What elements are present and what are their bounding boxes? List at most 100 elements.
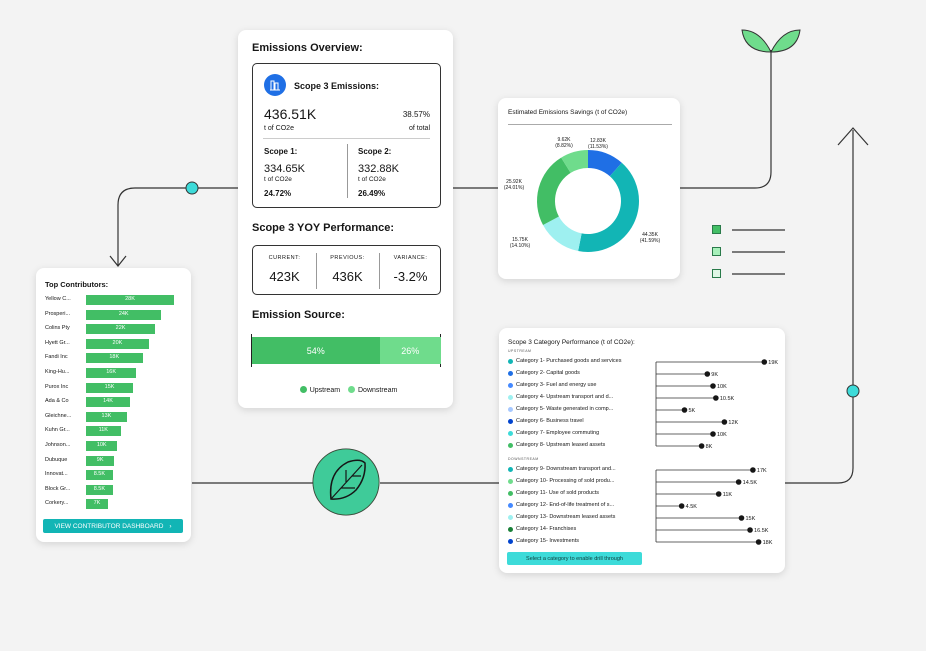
contributor-row[interactable]: Ada & Co 14K: [45, 397, 190, 408]
contributor-value: 15K: [104, 383, 115, 390]
lollipop-point[interactable]: [678, 503, 685, 509]
contributor-bar[interactable]: 15K: [86, 382, 134, 393]
chevron-right-icon: ›: [169, 522, 172, 530]
contributor-name: Corkery...: [45, 500, 69, 507]
view-contributor-dashboard-button[interactable]: VIEW CONTRIBUTOR DASHBOARD ›: [43, 519, 183, 533]
contributor-row[interactable]: Hyett Gr... 20K: [45, 338, 190, 350]
lollipop-value-label: 14.5K: [743, 480, 758, 486]
scope1-title: Scope 1:: [264, 147, 298, 156]
yoy-variance: VARIANCE: -3.2%: [379, 255, 442, 284]
emission-source-title: Emission Source:: [252, 309, 345, 321]
contributor-row[interactable]: Purox Inc 15K: [45, 382, 190, 394]
contributor-row[interactable]: Block Gr... 8.5K: [45, 484, 190, 496]
upstream-legend-label: Upstream: [309, 387, 341, 394]
lollipop-value-label: 10K: [717, 384, 727, 390]
contributor-bar[interactable]: 22K: [86, 324, 156, 335]
scope3-emissions-panel[interactable]: Scope 3 Emissions: 436.51K t of CO2e 38.…: [252, 63, 441, 208]
emission-source-legend: Upstream Downstream: [238, 386, 453, 394]
lollipop-point[interactable]: [721, 419, 728, 425]
lollipop-value-label: 17K: [757, 468, 767, 474]
upstream-percent: 54%: [306, 345, 325, 356]
contributor-bar[interactable]: 24K: [86, 309, 162, 320]
scope2-title: Scope 2:: [358, 147, 392, 156]
contributor-bar[interactable]: 8.5K: [86, 470, 113, 481]
contributor-name: Kuhn Gr...: [45, 427, 70, 434]
contributor-row[interactable]: King-Hu... 16K: [45, 368, 190, 379]
lollipop-point[interactable]: [747, 527, 753, 533]
emission-source-bar: 54% 26%: [252, 337, 441, 364]
legend-square-light: [712, 269, 721, 278]
downstream-segment[interactable]: 26%: [379, 337, 441, 364]
contributor-row[interactable]: Dubuque 9K: [45, 455, 190, 467]
contributor-bar[interactable]: 20K: [86, 338, 149, 349]
contributor-bar[interactable]: 16K: [86, 368, 137, 378]
lollipop-value-label: 4.5K: [686, 504, 698, 510]
donut-slice[interactable]: [537, 157, 571, 226]
downstream-legend-dot: [348, 386, 355, 393]
lollipop-point[interactable]: [761, 359, 768, 365]
contributor-row[interactable]: Fandi Inc 18K: [45, 353, 190, 364]
yoy-variance-value: -3.2%: [393, 269, 428, 284]
contributor-bar[interactable]: 8.5K: [86, 484, 113, 495]
contributor-name: King-Hu...: [45, 369, 70, 375]
contributor-row[interactable]: Yellow C... 28K: [45, 295, 190, 306]
scope3-percent-label: of total: [408, 125, 430, 132]
scope2-summary: Scope 2: 332.88K t of CO2e 26.49%: [358, 147, 399, 198]
contributor-row[interactable]: Kuhn Gr... 11K: [45, 426, 190, 437]
contributor-name: Colins Pty: [45, 325, 70, 332]
scope2-value: 332.88K: [358, 163, 399, 175]
category-lollipop-chart: 19K9K10K10.5K5K12K10K8K17K14.5K11K4.5K15…: [655, 359, 778, 546]
lollipop-point[interactable]: [704, 371, 711, 377]
contributor-value: 18K: [109, 354, 120, 361]
emissions-savings-card: Estimated Emissions Savings (t of CO2e) …: [498, 98, 680, 279]
lollipop-point[interactable]: [735, 479, 742, 485]
contributor-row[interactable]: Corkery... 7K: [45, 499, 190, 510]
lollipop-point[interactable]: [738, 515, 745, 521]
upstream-segment[interactable]: 54%: [252, 337, 380, 364]
slice-percent-label: (24.01%): [504, 185, 525, 191]
contributor-value: 22K: [115, 325, 126, 332]
leaf-badge-icon: [312, 448, 380, 516]
contributor-name: Yellow C...: [45, 296, 71, 302]
lollipop-point[interactable]: [681, 407, 688, 413]
scope3-percent: 38.57%: [402, 110, 430, 119]
slice-percent-label: (41.59%): [640, 238, 661, 244]
contributor-bar[interactable]: 13K: [86, 411, 127, 422]
contributor-row[interactable]: Innovat... 8.5K: [45, 470, 190, 481]
lollipop-value-label: 8K: [706, 444, 713, 450]
savings-donut-chart: 12.83K(11.53%)44.35K(41.59%)15.75K(14.10…: [504, 137, 661, 252]
lollipop-value-label: 19K: [768, 360, 778, 366]
contributor-row[interactable]: Johnson... 10K: [45, 441, 190, 452]
scope1-unit: t of CO2e: [264, 176, 292, 183]
contributor-bar[interactable]: 7K: [86, 499, 108, 510]
contributor-bar[interactable]: 9K: [86, 455, 115, 466]
yoy-previous-label: PREVIOUS:: [330, 255, 365, 261]
scope1-value: 334.65K: [264, 163, 305, 175]
contributor-row[interactable]: Gleichne... 13K: [45, 411, 190, 423]
lollipop-point[interactable]: [710, 431, 716, 437]
lollipop-point[interactable]: [713, 395, 719, 401]
lollipop-point[interactable]: [750, 467, 756, 473]
lollipop-value-label: 10K: [717, 432, 727, 438]
yoy-current-label: CURRENT:: [268, 255, 301, 261]
contributor-value: 7K: [93, 500, 101, 507]
contributor-row[interactable]: Prosperi... 24K: [45, 309, 190, 321]
contributor-row[interactable]: Colins Pty 22K: [45, 324, 190, 335]
contributor-value: 20K: [112, 339, 123, 346]
contributor-bar[interactable]: 14K: [86, 397, 130, 408]
contributor-bar[interactable]: 10K: [86, 441, 118, 451]
lollipop-point[interactable]: [710, 383, 716, 389]
contributor-bar[interactable]: 28K: [86, 295, 174, 305]
contributor-bar[interactable]: 11K: [86, 426, 121, 437]
lollipop-point[interactable]: [698, 443, 705, 449]
drill-through-button[interactable]: Select a category to enable drill throug…: [507, 552, 642, 565]
contributor-name: Gleichne...: [45, 412, 72, 419]
contributor-name: Purox Inc: [45, 383, 69, 390]
lollipop-point[interactable]: [715, 491, 722, 497]
contributor-name: Block Gr...: [45, 485, 71, 492]
donut-slice[interactable]: [578, 162, 639, 252]
slice-percent-label: (11.53%): [588, 144, 608, 150]
lollipop-point[interactable]: [755, 539, 762, 545]
contributor-bar[interactable]: 18K: [86, 353, 143, 364]
slice-percent-label: (14.10%): [510, 243, 531, 249]
